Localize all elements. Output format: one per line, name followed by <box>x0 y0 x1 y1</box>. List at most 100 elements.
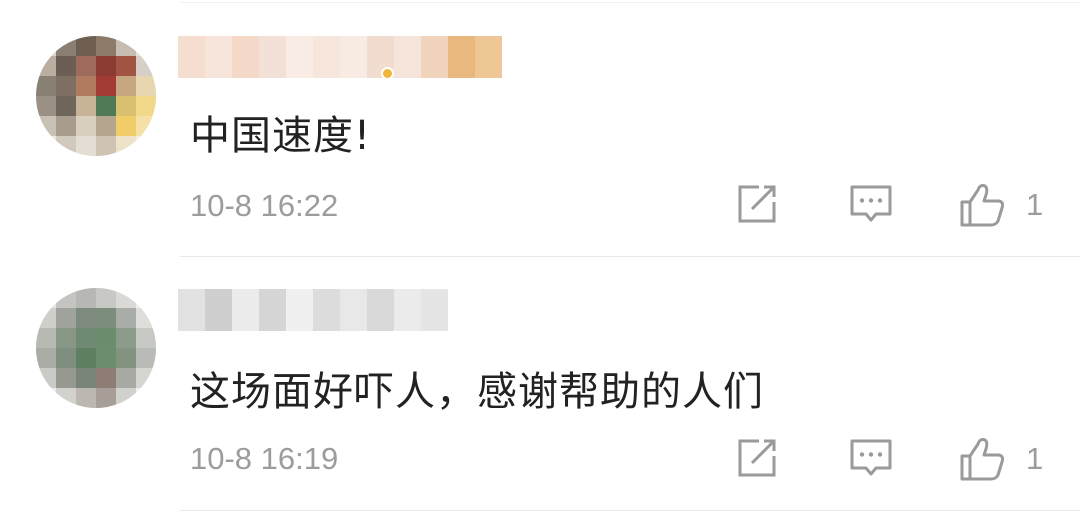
username-pixel <box>205 289 232 331</box>
avatar[interactable] <box>36 288 156 408</box>
thumbs-up-icon <box>960 184 1005 227</box>
username-pixel <box>448 36 475 78</box>
comment-item: 中国速度! 10-8 16:22 1 <box>0 0 1080 258</box>
avatar-pixel <box>56 388 76 408</box>
avatar-pixel <box>36 308 56 328</box>
avatar-pixel <box>136 368 156 388</box>
avatar-pixel <box>56 56 76 76</box>
avatar-pixel <box>56 308 76 328</box>
username-pixel <box>178 289 205 331</box>
thumbs-up-icon <box>960 438 1005 481</box>
username-pixel <box>340 36 367 78</box>
avatar-pixel <box>116 308 136 328</box>
forward-icon <box>738 439 776 477</box>
username-pixel <box>232 36 259 78</box>
username-pixel <box>340 289 367 331</box>
username-pixel <box>205 36 232 78</box>
avatar-pixel <box>56 136 76 156</box>
username-blurred[interactable] <box>178 289 448 331</box>
avatar-pixel <box>36 288 56 308</box>
comment-text: 中国速度! <box>190 113 372 159</box>
avatar-pixel <box>56 288 76 308</box>
avatar-pixel <box>136 116 156 136</box>
avatar-pixel <box>96 328 116 348</box>
avatar-pixel <box>76 136 96 156</box>
avatar-pixel <box>56 96 76 116</box>
avatar-pixel <box>56 116 76 136</box>
comment-timestamp: 10-8 16:19 <box>190 441 339 476</box>
avatar-pixel <box>36 36 56 56</box>
avatar-pixel <box>116 76 136 96</box>
avatar-pixel <box>56 328 76 348</box>
username-pixel <box>178 36 205 78</box>
avatar-pixel <box>96 348 116 368</box>
avatar-pixel <box>36 368 56 388</box>
avatar-pixel <box>136 308 156 328</box>
avatar-pixel <box>76 36 96 56</box>
comment-text: 这场面好吓人，感谢帮助的人们 <box>190 369 764 415</box>
vip-badge-icon <box>381 67 394 80</box>
avatar-pixel <box>76 388 96 408</box>
comment-timestamp: 10-8 16:22 <box>190 188 339 223</box>
avatar-pixel <box>116 56 136 76</box>
username-pixel <box>313 36 340 78</box>
avatar-pixel <box>136 136 156 156</box>
avatar-pixel <box>136 288 156 308</box>
comment-icon <box>850 185 892 222</box>
avatar-pixel <box>36 136 56 156</box>
like-count: 1 <box>1026 441 1044 476</box>
forward-button[interactable] <box>735 182 779 226</box>
avatar[interactable] <box>36 36 156 156</box>
avatar-pixel <box>136 348 156 368</box>
avatar-pixel <box>76 308 96 328</box>
username-pixel <box>259 289 286 331</box>
comment-item: 这场面好吓人，感谢帮助的人们 10-8 16:19 1 <box>0 259 1080 517</box>
like-count: 1 <box>1026 187 1044 222</box>
avatar-pixel <box>76 368 96 388</box>
avatar-pixel <box>36 56 56 76</box>
avatar-pixel <box>76 116 96 136</box>
avatar-pixel <box>56 348 76 368</box>
divider <box>180 510 1080 511</box>
avatar-pixel <box>76 76 96 96</box>
avatar-pixel <box>76 56 96 76</box>
avatar-pixel <box>56 36 76 56</box>
username-blurred[interactable] <box>178 36 502 78</box>
avatar-pixel <box>136 76 156 96</box>
like-button[interactable]: 1 <box>958 182 1043 228</box>
avatar-pixel <box>76 288 96 308</box>
divider <box>180 256 1080 257</box>
avatar-pixel <box>96 368 116 388</box>
username-pixel <box>286 36 313 78</box>
username-pixel <box>421 289 448 331</box>
avatar-pixel <box>136 56 156 76</box>
avatar-pixel <box>136 388 156 408</box>
avatar-pixel <box>116 116 136 136</box>
avatar-pixel <box>96 36 116 56</box>
avatar-pixel <box>76 328 96 348</box>
avatar-pixel <box>116 36 136 56</box>
avatar-pixel <box>136 96 156 116</box>
username-pixel <box>367 289 394 331</box>
username-pixel <box>394 36 421 78</box>
avatar-pixel <box>36 328 56 348</box>
avatar-pixel <box>36 388 56 408</box>
avatar-pixel <box>116 136 136 156</box>
avatar-pixel <box>76 96 96 116</box>
avatar-pixel <box>36 116 56 136</box>
reply-button[interactable] <box>848 436 894 480</box>
avatar-pixel <box>96 288 116 308</box>
avatar-pixel <box>116 388 136 408</box>
avatar-pixel <box>136 36 156 56</box>
like-button[interactable]: 1 <box>958 436 1043 482</box>
username-pixel <box>232 289 259 331</box>
avatar-pixel <box>36 76 56 96</box>
avatar-pixel <box>116 368 136 388</box>
username-pixel <box>286 289 313 331</box>
forward-button[interactable] <box>735 436 779 480</box>
avatar-pixel <box>116 288 136 308</box>
avatar-pixel <box>96 308 116 328</box>
reply-button[interactable] <box>848 182 894 226</box>
avatar-pixel <box>56 76 76 96</box>
avatar-pixel <box>116 328 136 348</box>
